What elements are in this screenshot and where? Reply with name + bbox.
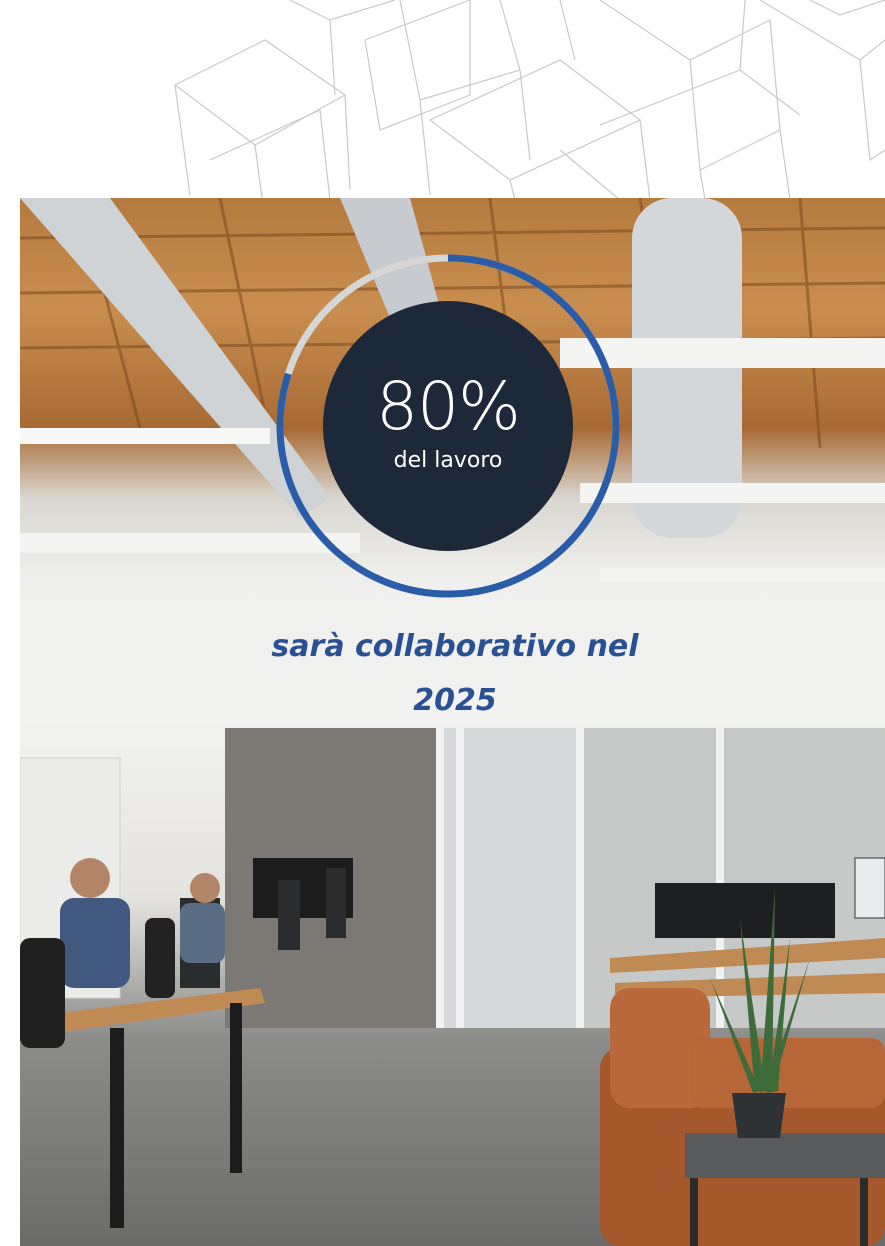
stat-circle: 80% del lavoro [323, 301, 573, 551]
headline-line-2: 2025 [413, 683, 497, 718]
wireframe-cubes-pattern [173, 0, 885, 200]
headline-line-1: sarà collaborativo nel [271, 629, 639, 664]
stat-value: 80% [376, 367, 521, 445]
headline: sarà collaborativo nel 2025 [160, 620, 750, 728]
stat-caption: del lavoro [393, 447, 503, 473]
office-photo: 80% del lavoro sarà collaborativo nel 20… [20, 198, 885, 1246]
